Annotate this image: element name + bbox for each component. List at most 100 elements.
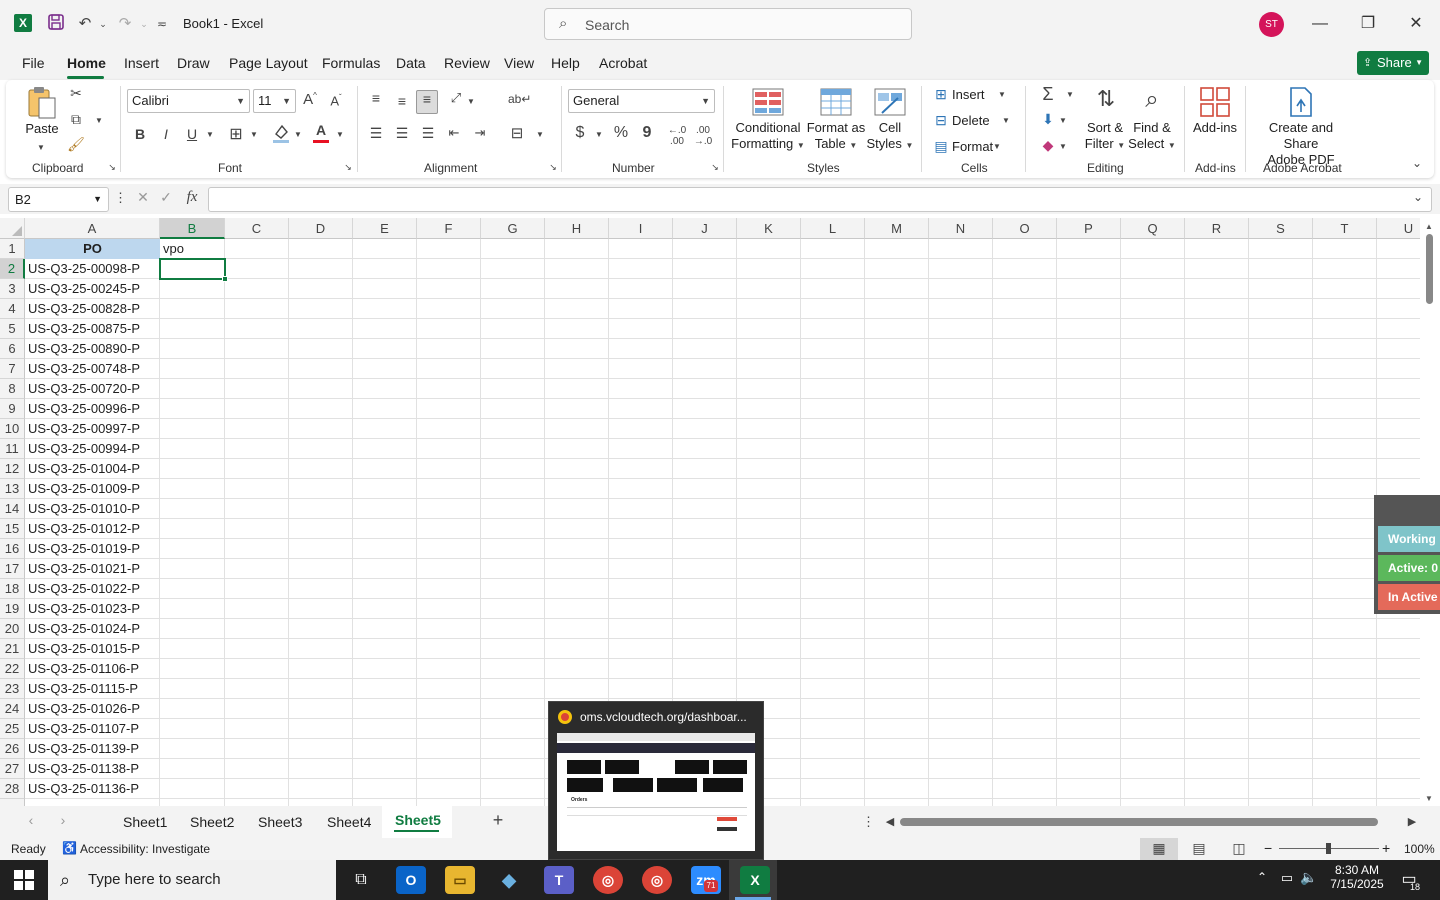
format-as-table-icon[interactable]	[820, 88, 852, 118]
dialog-launcher-icon[interactable]: ↘	[107, 162, 117, 172]
menu-data[interactable]: Data	[396, 55, 426, 71]
dialog-launcher-icon[interactable]: ↘	[343, 162, 353, 172]
column-header-j[interactable]: J	[673, 218, 737, 239]
column-header-t[interactable]: T	[1313, 218, 1377, 239]
cell-a27[interactable]: US-Q3-25-01138-P	[28, 759, 139, 779]
excel-taskbar-icon[interactable]: X	[740, 866, 770, 894]
chevron-down-icon[interactable]: ▼	[535, 130, 545, 139]
chrome-profile-icon[interactable]: ◎	[642, 866, 672, 894]
format-cells-icon[interactable]: ▤	[932, 138, 950, 155]
cell-a22[interactable]: US-Q3-25-01106-P	[28, 659, 139, 679]
row-header-16[interactable]: 16	[0, 539, 25, 559]
create-pdf-icon[interactable]	[1287, 86, 1315, 118]
close-icon[interactable]: ✕	[1401, 10, 1431, 38]
cell-a13[interactable]: US-Q3-25-01009-P	[28, 479, 140, 499]
popup-thumbnail[interactable]: Orders	[557, 733, 755, 851]
chevron-down-icon[interactable]: ▼	[249, 130, 259, 139]
underline-icon[interactable]: U	[185, 126, 199, 142]
chevron-down-icon[interactable]: ▼	[335, 130, 345, 139]
tab-sheet5[interactable]: Sheet5	[395, 812, 441, 828]
borders-icon[interactable]: ⊞	[226, 124, 246, 144]
delete-cells-icon[interactable]: ⊟	[932, 112, 950, 129]
collapse-ribbon-icon[interactable]: ⌄	[1410, 156, 1424, 170]
increase-font-icon[interactable]: A^	[301, 91, 319, 108]
volume-icon[interactable]: 🔈	[1300, 869, 1318, 886]
chevron-down-icon[interactable]: ▼	[205, 130, 215, 139]
fill-icon[interactable]: ⬇	[1038, 111, 1058, 128]
row-header-3[interactable]: 3	[0, 279, 25, 299]
row-header-23[interactable]: 23	[0, 679, 25, 699]
hscroll-thumb[interactable]	[900, 818, 1378, 826]
cell-styles-button[interactable]: Cell Styles ▼	[862, 120, 918, 154]
row-header-17[interactable]: 17	[0, 559, 25, 579]
row-header-4[interactable]: 4	[0, 299, 25, 319]
cell-a17[interactable]: US-Q3-25-01021-P	[28, 559, 140, 579]
undo-dropdown-icon[interactable]: ⌄	[92, 13, 114, 35]
outlook-icon[interactable]: O	[396, 866, 426, 894]
column-header-d[interactable]: D	[289, 218, 353, 239]
clear-icon[interactable]: ◆	[1038, 137, 1058, 154]
page-break-icon[interactable]: ◫	[1230, 840, 1248, 857]
tab-prev-icon[interactable]: ‹	[24, 812, 38, 828]
decrease-indent-icon[interactable]: ⇤	[444, 125, 464, 141]
cell-a21[interactable]: US-Q3-25-01015-P	[28, 639, 140, 659]
cell-a18[interactable]: US-Q3-25-01022-P	[28, 579, 140, 599]
cell-a16[interactable]: US-Q3-25-01019-P	[28, 539, 140, 559]
row-header-18[interactable]: 18	[0, 579, 25, 599]
task-view-icon[interactable]: ⧉	[346, 866, 376, 894]
paste-button[interactable]: Paste	[24, 121, 60, 137]
column-header-r[interactable]: R	[1185, 218, 1249, 239]
menu-help[interactable]: Help	[551, 55, 580, 71]
cell-a10[interactable]: US-Q3-25-00997-P	[28, 419, 140, 439]
row-header-2[interactable]: 2	[0, 259, 25, 279]
cell-a20[interactable]: US-Q3-25-01024-P	[28, 619, 140, 639]
increase-decimal-icon[interactable]: ←.0.00	[666, 125, 688, 147]
file-explorer-icon[interactable]: ▭	[445, 866, 475, 894]
cell-a28[interactable]: US-Q3-25-01136-P	[28, 779, 139, 799]
wrap-text-icon[interactable]: ab↵	[508, 92, 531, 106]
menu-review[interactable]: Review	[444, 55, 490, 71]
cell-styles-icon[interactable]	[874, 88, 906, 118]
zoom-in-button[interactable]: +	[1382, 840, 1390, 856]
find-select-button[interactable]: Find & Select ▼	[1126, 120, 1178, 154]
chevron-down-icon[interactable]: ▼	[466, 97, 476, 106]
restore-icon[interactable]: ❐	[1353, 10, 1383, 38]
column-header-a[interactable]: A	[25, 218, 160, 239]
menu-draw[interactable]: Draw	[177, 55, 210, 71]
column-header-i[interactable]: I	[609, 218, 673, 239]
column-header-l[interactable]: L	[801, 218, 865, 239]
search-box[interactable]: ⌕ Search	[544, 8, 912, 40]
zoom-out-button[interactable]: −	[1264, 840, 1272, 856]
row-header-25[interactable]: 25	[0, 719, 25, 739]
selected-cell-b2[interactable]	[159, 258, 226, 280]
cell-a19[interactable]: US-Q3-25-01023-P	[28, 599, 140, 619]
hscroll-right-icon[interactable]: ▶	[1406, 815, 1418, 828]
fill-color-icon[interactable]	[271, 122, 291, 144]
zoom-slider-thumb[interactable]	[1326, 843, 1331, 854]
bold-icon[interactable]: B	[133, 126, 147, 142]
row-header-5[interactable]: 5	[0, 319, 25, 339]
chevron-down-icon[interactable]: ▼	[94, 116, 104, 125]
increase-indent-icon[interactable]: ⇥	[470, 125, 490, 141]
addins-button[interactable]: Add-ins	[1190, 120, 1240, 136]
row-header-8[interactable]: 8	[0, 379, 25, 399]
percent-icon[interactable]: %	[612, 124, 630, 142]
row-header-26[interactable]: 26	[0, 739, 25, 759]
cell-a14[interactable]: US-Q3-25-01010-P	[28, 499, 140, 519]
format-as-table-button[interactable]: Format as Table ▼	[805, 120, 867, 154]
chevron-down-icon[interactable]: ▼	[293, 130, 303, 139]
column-header-f[interactable]: F	[417, 218, 481, 239]
name-box[interactable]: B2 ▼	[8, 187, 109, 212]
chevron-down-icon[interactable]: ▼	[1058, 116, 1068, 125]
cell-a12[interactable]: US-Q3-25-01004-P	[28, 459, 140, 479]
cut-icon[interactable]: ✂	[66, 85, 86, 103]
row-header-22[interactable]: 22	[0, 659, 25, 679]
cell-a25[interactable]: US-Q3-25-01107-P	[28, 719, 139, 739]
enter-icon[interactable]: ✓	[157, 189, 175, 206]
font-name-select[interactable]: Calibri ▼	[127, 89, 250, 113]
cell-a2[interactable]: US-Q3-25-00098-P	[28, 259, 140, 279]
menu-formulas[interactable]: Formulas	[322, 55, 380, 71]
chevron-down-icon[interactable]: ▼	[992, 142, 1002, 151]
network-icon[interactable]: ▭	[1278, 870, 1296, 886]
scroll-thumb[interactable]	[1426, 234, 1433, 304]
